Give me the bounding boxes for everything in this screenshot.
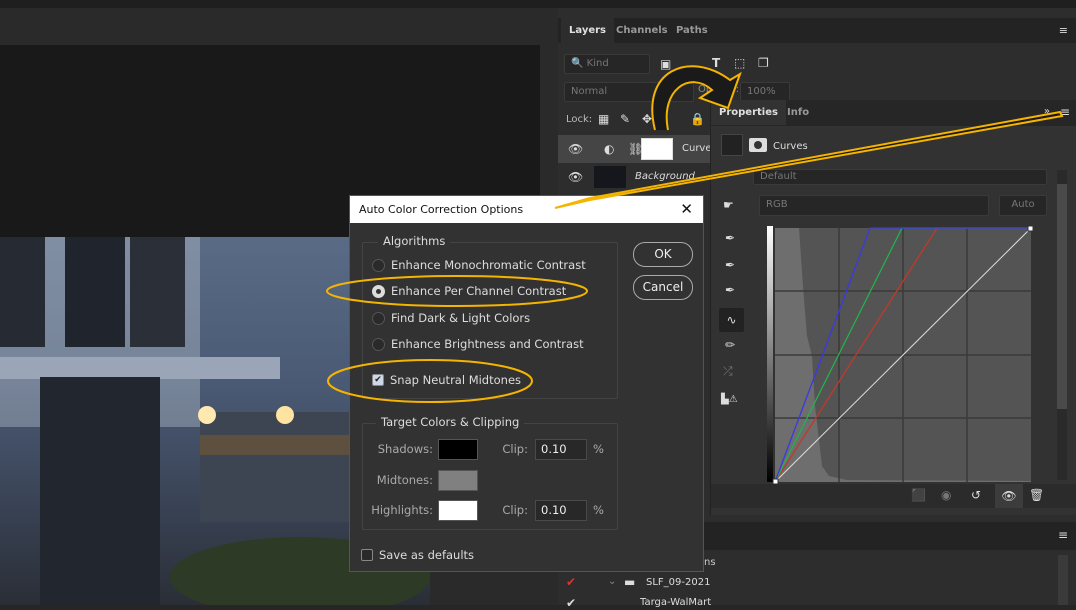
expand-chevron-icon[interactable]: ⌄ (608, 576, 616, 587)
black-point-eyedropper-icon[interactable]: ✒ (725, 231, 735, 245)
algorithms-label: Algorithms (378, 234, 451, 248)
checkmark-icon[interactable]: ✔ (566, 575, 576, 589)
opacity-label: Opacity: (698, 84, 740, 95)
radio-monochromatic[interactable]: Enhance Monochromatic Contrast (372, 258, 586, 272)
option-label: Enhance Brightness and Contrast (391, 337, 584, 351)
adjustment-title: Curves (773, 141, 808, 152)
lock-label: Lock: (566, 114, 593, 125)
layer-name[interactable]: Background (635, 171, 695, 182)
panel-menu-icon[interactable]: ≡ (1058, 528, 1068, 542)
option-label: Snap Neutral Midtones (390, 373, 522, 387)
properties-panel: Properties Info » ≡ Curves Default RGB A… (710, 100, 1076, 515)
layer-thumbnail (594, 166, 626, 188)
collapse-icon[interactable]: » (1044, 106, 1050, 117)
option-label: Find Dark & Light Colors (391, 311, 531, 325)
clipping-warning-icon[interactable]: ▙⚠ (721, 394, 738, 405)
layers-tab-bar: Layers Channels Paths ≡ (558, 18, 1076, 43)
panel-menu-icon[interactable]: ≡ (1059, 24, 1068, 37)
tab-layers[interactable]: Layers (561, 18, 614, 43)
adjustment-layer-icon: ◐ (604, 142, 615, 156)
toggle-visibility-icon[interactable]: 👁 (995, 484, 1023, 508)
delete-icon[interactable]: 🗑 (1029, 488, 1044, 502)
checkmark-icon[interactable]: ✔ (566, 596, 576, 610)
gray-point-eyedropper-icon[interactable]: ✒ (725, 258, 735, 272)
reset-icon[interactable]: ↺ (971, 488, 981, 502)
radio-per-channel[interactable]: Enhance Per Channel Contrast (372, 284, 566, 298)
folder-icon: ▬ (624, 575, 636, 589)
radio-brightness-contrast[interactable]: Enhance Brightness and Contrast (372, 337, 584, 351)
snap-neutral-midtones-checkbox[interactable]: ✔ Snap Neutral Midtones (372, 373, 521, 387)
visibility-eye-icon[interactable]: 👁 (568, 142, 583, 156)
pixel-filter-icon[interactable]: ▣ (660, 57, 671, 71)
tab-paths[interactable]: Paths (668, 18, 716, 43)
channel-select[interactable]: RGB (759, 195, 989, 216)
shadows-swatch[interactable] (438, 439, 478, 460)
target-colors-label: Target Colors & Clipping (376, 415, 525, 429)
lock-all-icon[interactable]: 🔒 (690, 112, 705, 126)
smooth-icon[interactable]: ⤮ (723, 364, 733, 379)
tab-channels[interactable]: Channels (608, 18, 676, 43)
action-name[interactable]: Targa-WalMart (640, 597, 711, 608)
radio-dark-light[interactable]: Find Dark & Light Colors (372, 311, 530, 325)
layer-row-background[interactable]: 👁 Background (558, 163, 710, 191)
preset-select[interactable]: Default (753, 169, 1047, 185)
layer-mask-thumbnail[interactable] (641, 138, 673, 160)
curves-adjustment-icon[interactable] (721, 134, 743, 156)
clip-to-layer-icon[interactable]: ⬛ (911, 488, 926, 502)
opacity-input[interactable]: 100% (740, 82, 790, 102)
mask-icon[interactable] (749, 138, 767, 152)
percent-label: % (593, 442, 604, 456)
lock-brush-icon[interactable]: ✎ (620, 112, 630, 126)
shape-filter-icon[interactable]: ⬚ (734, 56, 745, 70)
targeted-adjustment-icon[interactable]: ☛ (723, 198, 734, 212)
visibility-eye-icon[interactable]: 👁 (568, 170, 583, 184)
save-defaults-checkbox[interactable]: Save as defaults (361, 548, 474, 562)
properties-footer: ⬛ ◉ ↺ 👁 🗑 (711, 484, 1076, 508)
pencil-icon[interactable]: ✏ (725, 338, 735, 352)
scrollbar[interactable] (1057, 170, 1067, 480)
panel-menu-icon[interactable]: ≡ (1060, 105, 1070, 119)
output-gradient (767, 226, 773, 482)
lock-position-icon[interactable]: ✥ (642, 112, 652, 126)
action-set-name[interactable]: SLF_09-2021 (646, 577, 710, 588)
shadows-label: Shadows: (377, 442, 433, 456)
layer-row-curves[interactable]: 👁 ◐ ⛓ Curves (558, 135, 717, 163)
view-previous-icon[interactable]: ◉ (941, 488, 951, 502)
properties-tab-bar: Properties Info » ≡ (711, 100, 1076, 126)
highlights-clip-label: Clip: (502, 503, 528, 517)
lock-transparent-icon[interactable]: ▦ (598, 112, 609, 126)
shadows-clip-label: Clip: (502, 442, 528, 456)
curve-point-tool-icon[interactable]: ∿ (719, 308, 744, 332)
blend-mode-select[interactable]: Normal (564, 82, 694, 102)
type-filter-icon[interactable]: T (712, 56, 720, 70)
filter-kind-select[interactable]: 🔍 Kind (564, 54, 650, 74)
highlights-label: Highlights: (371, 503, 433, 517)
ok-button[interactable]: OK (633, 242, 693, 267)
highlights-clip-input[interactable]: 0.10 (535, 500, 587, 521)
bottom-panel-partial-label: ns (704, 557, 716, 568)
white-point-handle[interactable] (1027, 226, 1033, 232)
dialog-title: Auto Color Correction Options (359, 203, 524, 216)
close-icon[interactable]: ✕ (680, 196, 693, 223)
white-point-eyedropper-icon[interactable]: ✒ (725, 283, 735, 297)
cancel-button[interactable]: Cancel (633, 275, 693, 300)
shadows-clip-input[interactable]: 0.10 (535, 439, 587, 460)
tab-info[interactable]: Info (779, 100, 817, 125)
option-label: Save as defaults (379, 548, 475, 562)
option-label: Enhance Per Channel Contrast (391, 284, 567, 298)
smart-object-filter-icon[interactable]: ❐ (758, 56, 769, 70)
highlights-swatch[interactable] (438, 500, 478, 521)
curves-graph[interactable] (767, 226, 1033, 484)
dialog-title-bar: Auto Color Correction Options ✕ (350, 196, 703, 223)
midtones-label: Midtones: (376, 473, 433, 487)
auto-button[interactable]: Auto (999, 195, 1047, 216)
percent-label: % (593, 503, 604, 517)
auto-color-correction-dialog: Auto Color Correction Options ✕ Algorith… (349, 195, 704, 572)
midtones-swatch[interactable] (438, 470, 478, 491)
scrollbar[interactable] (1058, 555, 1068, 605)
tab-properties[interactable]: Properties (711, 100, 786, 125)
filter-kind-value: Kind (586, 58, 609, 69)
option-label: Enhance Monochromatic Contrast (391, 258, 586, 272)
top-bar (0, 0, 1076, 8)
